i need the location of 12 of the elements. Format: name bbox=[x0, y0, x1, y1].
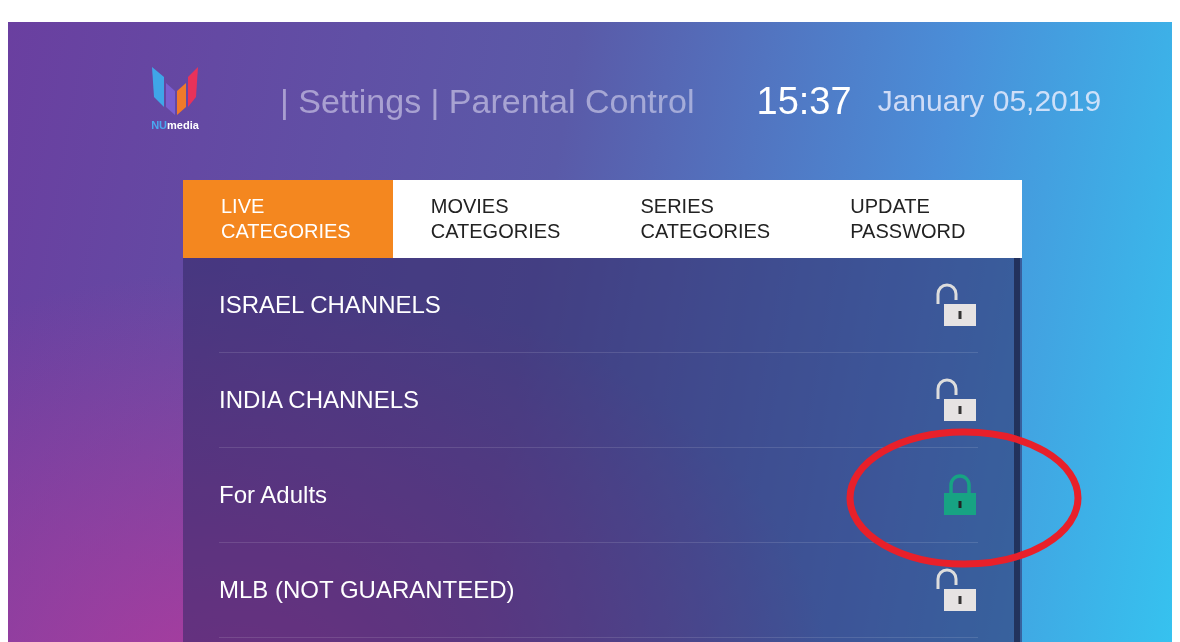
logo-text: NUmedia bbox=[151, 119, 199, 131]
category-name: MLB (NOT GUARANTEED) bbox=[219, 576, 515, 604]
category-name: For Adults bbox=[219, 481, 328, 509]
date-text: January 05,2019 bbox=[877, 84, 1102, 118]
category-name: INDIA CHANNELS bbox=[219, 386, 420, 414]
open-lock-icon[interactable] bbox=[934, 377, 978, 423]
open-lock-icon[interactable] bbox=[934, 282, 978, 328]
category-name: ISRAEL CHANNELS bbox=[219, 291, 441, 319]
breadcrumb: | Settings | Parental Control bbox=[280, 81, 695, 121]
open-lock-icon[interactable] bbox=[934, 567, 978, 613]
scrollbar[interactable] bbox=[1014, 258, 1020, 642]
clock-time: 15:37 bbox=[756, 79, 852, 123]
